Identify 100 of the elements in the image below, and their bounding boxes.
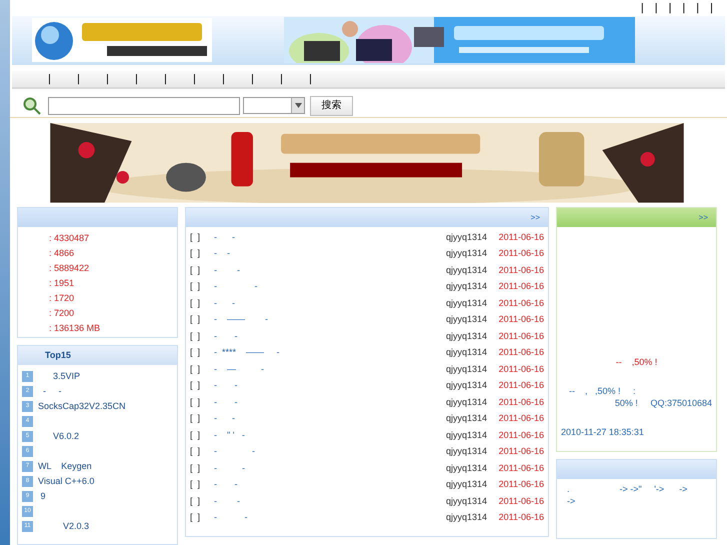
stat-value: : 7200 bbox=[49, 307, 76, 320]
post-date: 2011-06-16 bbox=[498, 511, 544, 524]
category-brackets: [ ] bbox=[190, 346, 202, 359]
link-separator: | bbox=[654, 0, 658, 16]
category-brackets: [ ] bbox=[190, 313, 202, 326]
article-link[interactable]: - - bbox=[214, 330, 446, 343]
notice-text: -- , ,50% ! : bbox=[569, 384, 637, 396]
download-link[interactable]: V2.0.3 bbox=[38, 520, 90, 534]
nav-separator: | bbox=[280, 72, 284, 87]
nav-separator: | bbox=[48, 72, 52, 87]
post-date: 2011-06-16 bbox=[498, 428, 544, 442]
nav-separator: | bbox=[251, 72, 255, 87]
more-link[interactable]: >> bbox=[698, 212, 708, 224]
post-date: 2011-06-16 bbox=[498, 296, 544, 310]
article-link[interactable]: - —— - bbox=[214, 313, 446, 326]
download-link[interactable]: 3.5VIP bbox=[38, 370, 80, 384]
article-link[interactable]: - - bbox=[214, 478, 446, 492]
nav-separator: | bbox=[135, 72, 139, 87]
category-brackets: [ ] bbox=[190, 362, 202, 376]
nav-separator: | bbox=[77, 72, 81, 87]
post-date: 2011-06-16 bbox=[498, 264, 544, 276]
article-link[interactable]: - - bbox=[214, 462, 446, 475]
author-name: qjyyq1314 bbox=[446, 428, 488, 442]
post-date: 2011-06-16 bbox=[498, 478, 544, 491]
article-link[interactable]: - - bbox=[214, 296, 446, 310]
category-brackets: [ ] bbox=[190, 428, 202, 442]
nav-separator: | bbox=[309, 72, 313, 87]
link-separator: | bbox=[640, 0, 644, 16]
search-icon bbox=[22, 96, 42, 116]
article-link[interactable]: - - bbox=[214, 396, 446, 409]
download-link[interactable]: Visual C++6.0 bbox=[38, 474, 94, 488]
article-link[interactable]: - - bbox=[214, 230, 446, 244]
download-link[interactable]: - - bbox=[38, 384, 62, 398]
article-link[interactable]: - - bbox=[214, 445, 446, 458]
stat-value: : 1720 bbox=[49, 292, 76, 305]
nav-separator: | bbox=[193, 72, 197, 87]
links-text: . -> ->" '-> -> bbox=[567, 483, 688, 495]
search-button[interactable]: 搜索 bbox=[310, 96, 353, 116]
author-name: qjyyq1314 bbox=[446, 379, 488, 392]
nav-separator: | bbox=[106, 72, 110, 87]
post-date: 2011-06-16 bbox=[498, 412, 544, 425]
panel-title: Top15 bbox=[45, 348, 71, 362]
category-brackets: [ ] bbox=[190, 379, 202, 392]
author-name: qjyyq1314 bbox=[446, 445, 488, 458]
category-brackets: [ ] bbox=[190, 247, 202, 260]
more-link[interactable]: >> bbox=[530, 212, 540, 224]
article-link[interactable]: - - bbox=[214, 280, 446, 294]
author-name: qjyyq1314 bbox=[446, 330, 488, 343]
stat-value: : 136136 MB bbox=[49, 322, 102, 335]
category-brackets: [ ] bbox=[190, 330, 202, 343]
notice-headline[interactable]: -- ,50% ! bbox=[557, 356, 716, 370]
article-link[interactable]: - - bbox=[214, 412, 446, 426]
download-link[interactable]: V6.0.2 bbox=[38, 430, 80, 444]
category-brackets: [ ] bbox=[190, 264, 202, 277]
article-link[interactable]: - " ' - bbox=[214, 428, 446, 442]
author-name: qjyyq1314 bbox=[446, 247, 488, 260]
author-name: qjyyq1314 bbox=[446, 462, 488, 475]
author-name: qjyyq1314 bbox=[446, 296, 488, 310]
category-brackets: [ ] bbox=[190, 445, 202, 458]
author-name: qjyyq1314 bbox=[446, 264, 488, 277]
notice-time: 2010-11-27 18:35:31 bbox=[560, 426, 645, 438]
author-name: qjyyq1314 bbox=[446, 346, 488, 359]
article-link[interactable]: - - bbox=[214, 247, 446, 260]
article-link[interactable]: - **** —— - bbox=[214, 346, 446, 360]
post-date: 2011-06-16 bbox=[498, 330, 544, 342]
nav-separator: | bbox=[222, 72, 226, 87]
category-brackets: [ ] bbox=[190, 280, 202, 293]
links-text: -> bbox=[567, 495, 576, 507]
stat-value: : 5889422 bbox=[49, 262, 90, 275]
notice-text: 50% ! QQ:375010684 bbox=[614, 396, 713, 408]
download-link[interactable]: WL Keygen bbox=[38, 460, 92, 474]
category-brackets: [ ] bbox=[190, 412, 202, 425]
stat-value: : 1951 bbox=[49, 277, 76, 290]
post-date: 2011-06-16 bbox=[498, 445, 544, 458]
category-brackets: [ ] bbox=[190, 462, 202, 475]
post-date: 2011-06-16 bbox=[498, 462, 544, 474]
post-date: 2011-06-16 bbox=[498, 247, 544, 260]
author-name: qjyyq1314 bbox=[446, 494, 488, 508]
post-date: 2011-06-16 bbox=[498, 362, 544, 376]
link-separator: | bbox=[696, 0, 700, 16]
author-name: qjyyq1314 bbox=[446, 280, 488, 293]
article-link[interactable]: - - bbox=[214, 379, 446, 392]
post-date: 2011-06-16 bbox=[498, 313, 544, 326]
stat-value: : 4866 bbox=[49, 247, 76, 260]
post-date: 2011-06-16 bbox=[498, 230, 544, 244]
author-name: qjyyq1314 bbox=[446, 230, 488, 244]
post-date: 2011-06-16 bbox=[498, 494, 544, 508]
link-separator: | bbox=[682, 0, 686, 16]
article-link[interactable]: - - bbox=[214, 264, 446, 277]
download-link[interactable]: SocksCap32V2.35CN bbox=[38, 400, 126, 414]
article-link[interactable]: - - bbox=[214, 494, 446, 508]
stat-value: : 4330487 bbox=[49, 232, 90, 245]
author-name: qjyyq1314 bbox=[446, 362, 488, 376]
category-select[interactable] bbox=[243, 97, 305, 114]
nav-separator: | bbox=[164, 72, 168, 87]
article-link[interactable]: - - bbox=[214, 511, 446, 524]
download-link[interactable]: 9 bbox=[38, 490, 46, 504]
search-field[interactable] bbox=[48, 96, 240, 115]
category-brackets: [ ] bbox=[190, 494, 202, 508]
article-link[interactable]: - — - bbox=[214, 362, 446, 376]
